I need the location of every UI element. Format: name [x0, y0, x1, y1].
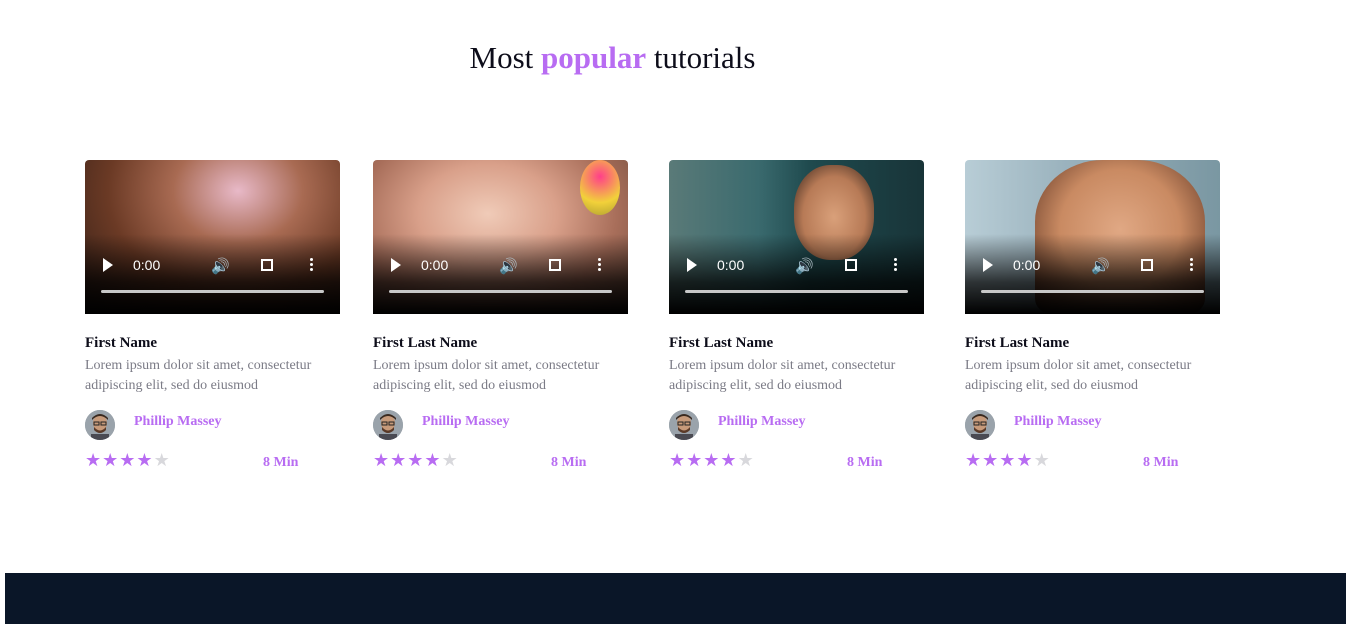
author-link[interactable]: Phillip Massey — [422, 414, 510, 430]
video-player[interactable]: 0:00 🔊 — [373, 160, 628, 314]
video-progress-bar[interactable] — [389, 290, 612, 293]
fullscreen-icon[interactable] — [1141, 259, 1153, 271]
rating-stars: ★★★★★ — [85, 450, 171, 471]
avatar — [85, 410, 115, 440]
volume-icon[interactable]: 🔊 — [499, 257, 518, 275]
avatar — [669, 410, 699, 440]
star-empty-icon: ★ — [153, 450, 171, 471]
more-options-icon[interactable] — [894, 258, 898, 273]
fullscreen-icon[interactable] — [845, 259, 857, 271]
video-time: 0:00 — [1013, 257, 1041, 273]
star-filled-icon: ★ — [1016, 450, 1034, 471]
fullscreen-icon[interactable] — [549, 259, 561, 271]
tutorial-duration: 8 Min — [263, 455, 299, 470]
rating-stars: ★★★★★ — [669, 450, 755, 471]
star-filled-icon: ★ — [373, 450, 391, 471]
footer — [5, 573, 1346, 624]
avatar — [373, 410, 403, 440]
fullscreen-icon[interactable] — [261, 259, 273, 271]
video-progress-bar[interactable] — [981, 290, 1204, 293]
tutorial-description: Lorem ipsum dolor sit amet, consectetur … — [373, 358, 600, 393]
video-time: 0:00 — [717, 257, 745, 273]
play-icon[interactable] — [391, 258, 401, 272]
star-filled-icon: ★ — [390, 450, 408, 471]
video-time: 0:00 — [133, 257, 161, 273]
section-title-accent: popular — [541, 40, 647, 75]
flower-decoration — [580, 160, 620, 215]
star-filled-icon: ★ — [136, 450, 154, 471]
avatar — [965, 410, 995, 440]
more-options-icon[interactable] — [310, 258, 314, 273]
volume-icon[interactable]: 🔊 — [211, 257, 230, 275]
more-options-icon[interactable] — [598, 258, 602, 273]
tutorial-name: First Last Name — [965, 335, 1070, 351]
section-title: Most popular tutorials — [0, 40, 1225, 76]
author-link[interactable]: Phillip Massey — [134, 414, 222, 430]
tutorial-card: 0:00 🔊 First Last Name Lorem ipsum dolor… — [965, 160, 1220, 471]
volume-icon[interactable]: 🔊 — [1091, 257, 1110, 275]
star-filled-icon: ★ — [102, 450, 120, 471]
tutorial-name: First Last Name — [669, 335, 774, 351]
tutorial-name: First Name — [85, 335, 158, 351]
video-player[interactable]: 0:00 🔊 — [85, 160, 340, 314]
star-empty-icon: ★ — [441, 450, 459, 471]
video-progress-bar[interactable] — [685, 290, 908, 293]
star-filled-icon: ★ — [965, 450, 983, 471]
tutorial-duration: 8 Min — [847, 455, 883, 470]
video-player[interactable]: 0:00 🔊 — [669, 160, 924, 314]
star-filled-icon: ★ — [686, 450, 704, 471]
tutorial-description: Lorem ipsum dolor sit amet, consectetur … — [669, 358, 896, 393]
tutorial-duration: 8 Min — [551, 455, 587, 470]
volume-icon[interactable]: 🔊 — [795, 257, 814, 275]
star-filled-icon: ★ — [982, 450, 1000, 471]
tutorial-name: First Last Name — [373, 335, 478, 351]
star-filled-icon: ★ — [999, 450, 1017, 471]
section-title-suffix: tutorials — [653, 40, 756, 75]
video-player[interactable]: 0:00 🔊 — [965, 160, 1220, 314]
star-filled-icon: ★ — [407, 450, 425, 471]
author-link[interactable]: Phillip Massey — [718, 414, 806, 430]
tutorial-card: 0:00 🔊 First Name Lorem ipsum dolor sit … — [85, 160, 340, 471]
star-filled-icon: ★ — [424, 450, 442, 471]
star-filled-icon: ★ — [119, 450, 137, 471]
rating-stars: ★★★★★ — [373, 450, 459, 471]
star-empty-icon: ★ — [737, 450, 755, 471]
tutorial-description: Lorem ipsum dolor sit amet, consectetur … — [965, 358, 1192, 393]
rating-stars: ★★★★★ — [965, 450, 1051, 471]
play-icon[interactable] — [103, 258, 113, 272]
tutorial-description: Lorem ipsum dolor sit amet, consectetur … — [85, 358, 312, 393]
tutorial-duration: 8 Min — [1143, 455, 1179, 470]
play-icon[interactable] — [687, 258, 697, 272]
video-time: 0:00 — [421, 257, 449, 273]
section-title-prefix: Most — [469, 40, 534, 75]
star-empty-icon: ★ — [1033, 450, 1051, 471]
more-options-icon[interactable] — [1190, 258, 1194, 273]
video-progress-bar[interactable] — [101, 290, 324, 293]
star-filled-icon: ★ — [720, 450, 738, 471]
star-filled-icon: ★ — [703, 450, 721, 471]
author-link[interactable]: Phillip Massey — [1014, 414, 1102, 430]
tutorial-card: 0:00 🔊 First Last Name Lorem ipsum dolor… — [373, 160, 628, 471]
play-icon[interactable] — [983, 258, 993, 272]
star-filled-icon: ★ — [85, 450, 103, 471]
star-filled-icon: ★ — [669, 450, 687, 471]
tutorial-card: 0:00 🔊 First Last Name Lorem ipsum dolor… — [669, 160, 924, 471]
